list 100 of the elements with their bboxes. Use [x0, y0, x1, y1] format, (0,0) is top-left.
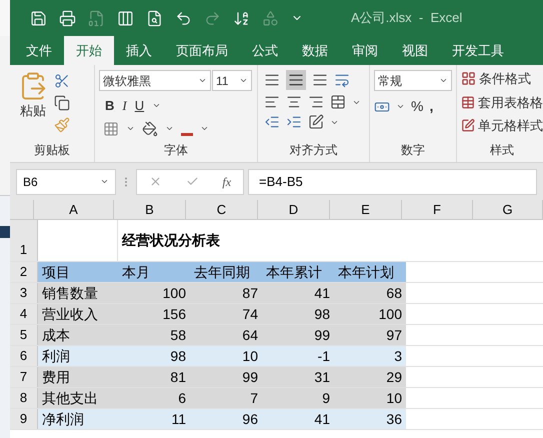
column-header[interactable]: F — [402, 200, 473, 219]
table-cell: 98 — [118, 346, 190, 366]
undo-icon[interactable] — [175, 10, 192, 26]
table-cell: 10 — [334, 388, 406, 408]
wrap-text-icon[interactable] — [334, 72, 350, 88]
name-box[interactable]: B6 — [16, 168, 116, 194]
printer-icon[interactable] — [59, 10, 76, 26]
table-cell: 29 — [334, 367, 406, 387]
percent-button[interactable]: % — [411, 96, 424, 117]
row-header[interactable]: 6 — [10, 346, 38, 366]
header-cell: 本月 — [118, 262, 190, 282]
align-left-icon[interactable] — [264, 94, 280, 110]
caret-icon — [126, 124, 135, 133]
layout-icon[interactable] — [117, 10, 134, 26]
align-center-icon[interactable] — [286, 94, 302, 110]
ribbon-tab[interactable]: 视图 — [390, 36, 440, 65]
table-cell: 81 — [118, 367, 190, 387]
fill-color-icon[interactable] — [142, 120, 158, 136]
pencil-icon — [461, 118, 475, 134]
table-cell: 36 — [334, 409, 406, 429]
row-header[interactable]: 4 — [10, 304, 38, 324]
column-header[interactable]: E — [330, 200, 402, 219]
column-header[interactable]: C — [186, 200, 258, 219]
font-name-field[interactable]: 微软雅黑 — [99, 70, 211, 91]
style-button[interactable]: 套用表格格 — [461, 92, 543, 112]
table-cell: 6 — [118, 388, 190, 408]
align-top-icon[interactable] — [264, 72, 280, 88]
ribbon-tab[interactable]: 页面布局 — [164, 36, 240, 65]
save-icon[interactable] — [30, 10, 47, 26]
column-header[interactable]: B — [114, 200, 186, 219]
orientation-icon[interactable] — [308, 114, 324, 130]
indent-decrease-icon[interactable] — [264, 114, 280, 130]
italic-button[interactable]: I — [122, 96, 127, 116]
ribbon-tab[interactable]: 插入 — [114, 36, 164, 65]
table-cell: 成本 — [38, 325, 118, 345]
group-label: 数字 — [400, 142, 426, 159]
table-cell: 68 — [334, 283, 406, 303]
merge-icon[interactable] — [330, 94, 346, 110]
ribbon-tab[interactable]: 开始 — [64, 36, 114, 65]
caret-icon — [239, 76, 248, 85]
header-cell: 项目 — [38, 262, 118, 282]
comma-button[interactable]: , — [429, 96, 434, 117]
underline-button[interactable]: U — [134, 96, 144, 116]
row-header[interactable]: 9 — [10, 409, 38, 429]
ribbon-tab[interactable]: 公式 — [240, 36, 290, 65]
column-header[interactable]: D — [258, 200, 330, 219]
align-bottom-icon[interactable] — [312, 72, 328, 88]
insert-function-button[interactable]: fx — [222, 172, 232, 190]
group-label: 样式 — [489, 142, 515, 159]
row-header[interactable]: 3 — [10, 283, 38, 303]
row-header[interactable]: 1 — [10, 220, 38, 261]
formula-field[interactable]: =B4-B5 — [248, 168, 537, 194]
row-header[interactable]: 2 — [10, 262, 38, 282]
grid-icon — [461, 71, 476, 86]
align-middle-icon[interactable] — [286, 70, 306, 90]
number-format-field[interactable]: 常规 — [374, 70, 452, 91]
table-cell: 11 — [118, 409, 190, 429]
table-icon — [461, 94, 475, 110]
table-cell: 64 — [190, 325, 262, 345]
table-cell: 利润 — [38, 346, 118, 366]
table-cell: 3 — [334, 346, 406, 366]
borders-icon[interactable] — [103, 120, 119, 136]
bold-button[interactable]: B — [105, 96, 114, 116]
caret-icon — [439, 76, 448, 85]
column-header[interactable]: A — [34, 200, 114, 219]
table-cell: 31 — [262, 367, 334, 387]
table-cell: 41 — [262, 283, 334, 303]
table-cell: 7 — [190, 388, 262, 408]
row-header[interactable]: 7 — [10, 367, 38, 387]
paste-button[interactable]: 粘贴 — [18, 71, 48, 120]
ribbon-tab[interactable]: 审阅 — [340, 36, 390, 65]
indent-increase-icon[interactable] — [286, 114, 302, 130]
group-label: 剪贴板 — [33, 142, 71, 159]
group-label: 对齐方式 — [288, 142, 338, 159]
scissors-icon[interactable] — [54, 73, 70, 89]
caret-icon — [165, 124, 174, 133]
column-header[interactable]: G — [473, 200, 543, 219]
table-cell: 97 — [334, 325, 406, 345]
table-cell: 净利润 — [38, 409, 118, 429]
ribbon-tab[interactable]: 开发工具 — [440, 36, 516, 65]
style-button[interactable]: 单元格样式 — [461, 116, 543, 136]
ribbon-tab[interactable]: 数据 — [290, 36, 340, 65]
sheet-title: 经营状况分析表 — [122, 231, 220, 250]
table-cell: 58 — [118, 325, 190, 345]
search-icon[interactable] — [146, 10, 163, 26]
align-right-icon[interactable] — [308, 94, 324, 110]
table-cell: 156 — [118, 304, 190, 324]
style-button[interactable]: 条件格式 — [461, 69, 543, 88]
header-cell: 本年累计 — [262, 262, 334, 282]
table-cell: 费用 — [38, 367, 118, 387]
sort-icon[interactable] — [233, 10, 250, 26]
font-size-field[interactable]: 11 — [212, 70, 252, 91]
ribbon-tab[interactable]: 文件 — [14, 36, 64, 65]
row-header[interactable]: 5 — [10, 325, 38, 345]
row-header[interactable]: 8 — [10, 388, 38, 408]
copy-icon[interactable] — [54, 95, 70, 111]
table-cell: 销售数量 — [38, 283, 118, 303]
caret-icon — [200, 124, 209, 133]
header-cell: 去年同期 — [190, 262, 262, 282]
table-cell: 41 — [262, 409, 334, 429]
